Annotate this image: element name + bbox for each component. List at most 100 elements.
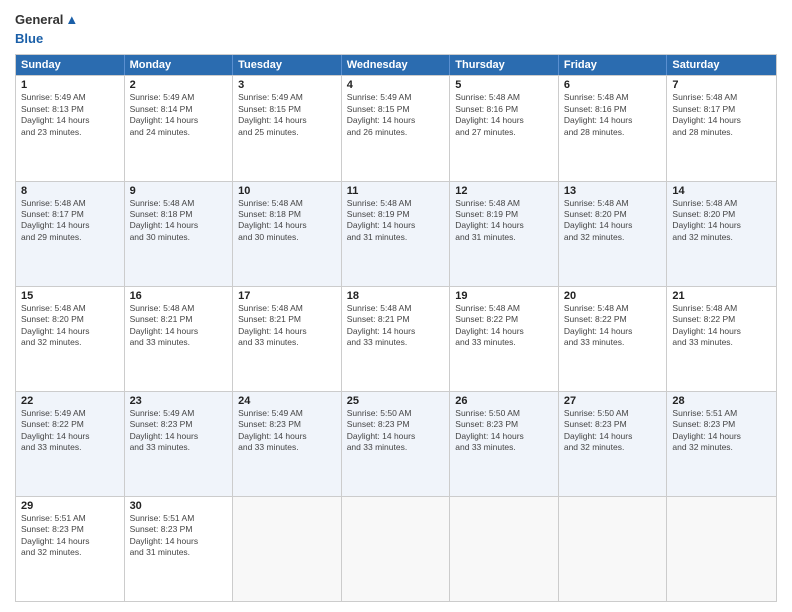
calendar-cell-3-4: 26Sunrise: 5:50 AM Sunset: 8:23 PM Dayli… [450,392,559,496]
header: General▲ Blue [15,10,777,48]
calendar-cell-3-0: 22Sunrise: 5:49 AM Sunset: 8:22 PM Dayli… [16,392,125,496]
day-info: Sunrise: 5:50 AM Sunset: 8:23 PM Dayligh… [455,408,553,454]
day-number: 11 [347,185,445,197]
day-number: 30 [130,500,228,512]
day-number: 9 [130,185,228,197]
calendar-cell-2-4: 19Sunrise: 5:48 AM Sunset: 8:22 PM Dayli… [450,287,559,391]
calendar: SundayMondayTuesdayWednesdayThursdayFrid… [15,54,777,602]
day-info: Sunrise: 5:48 AM Sunset: 8:21 PM Dayligh… [130,303,228,349]
calendar-body: 1Sunrise: 5:49 AM Sunset: 8:13 PM Daylig… [16,75,776,601]
day-number: 16 [130,290,228,302]
weekday-header-sunday: Sunday [16,55,125,75]
weekday-header-tuesday: Tuesday [233,55,342,75]
calendar-cell-0-2: 3Sunrise: 5:49 AM Sunset: 8:15 PM Daylig… [233,76,342,180]
calendar-cell-4-6 [667,497,776,601]
day-number: 19 [455,290,553,302]
day-number: 1 [21,79,119,91]
calendar-cell-3-6: 28Sunrise: 5:51 AM Sunset: 8:23 PM Dayli… [667,392,776,496]
day-number: 12 [455,185,553,197]
day-info: Sunrise: 5:48 AM Sunset: 8:18 PM Dayligh… [238,198,336,244]
day-number: 4 [347,79,445,91]
day-number: 29 [21,500,119,512]
day-number: 21 [672,290,771,302]
calendar-cell-2-2: 17Sunrise: 5:48 AM Sunset: 8:21 PM Dayli… [233,287,342,391]
calendar-cell-0-6: 7Sunrise: 5:48 AM Sunset: 8:17 PM Daylig… [667,76,776,180]
day-number: 28 [672,395,771,407]
day-info: Sunrise: 5:49 AM Sunset: 8:14 PM Dayligh… [130,92,228,138]
weekday-header-saturday: Saturday [667,55,776,75]
day-info: Sunrise: 5:49 AM Sunset: 8:15 PM Dayligh… [238,92,336,138]
calendar-cell-3-5: 27Sunrise: 5:50 AM Sunset: 8:23 PM Dayli… [559,392,668,496]
calendar-cell-1-1: 9Sunrise: 5:48 AM Sunset: 8:18 PM Daylig… [125,182,234,286]
calendar-row-2: 15Sunrise: 5:48 AM Sunset: 8:20 PM Dayli… [16,286,776,391]
calendar-cell-4-4 [450,497,559,601]
day-info: Sunrise: 5:49 AM Sunset: 8:23 PM Dayligh… [130,408,228,454]
calendar-cell-3-3: 25Sunrise: 5:50 AM Sunset: 8:23 PM Dayli… [342,392,451,496]
day-info: Sunrise: 5:48 AM Sunset: 8:21 PM Dayligh… [347,303,445,349]
logo-container: General▲ Blue [15,10,78,48]
day-info: Sunrise: 5:48 AM Sunset: 8:17 PM Dayligh… [672,92,771,138]
day-info: Sunrise: 5:48 AM Sunset: 8:16 PM Dayligh… [455,92,553,138]
calendar-cell-2-6: 21Sunrise: 5:48 AM Sunset: 8:22 PM Dayli… [667,287,776,391]
calendar-cell-4-2 [233,497,342,601]
calendar-cell-2-5: 20Sunrise: 5:48 AM Sunset: 8:22 PM Dayli… [559,287,668,391]
day-info: Sunrise: 5:48 AM Sunset: 8:18 PM Dayligh… [130,198,228,244]
calendar-cell-3-1: 23Sunrise: 5:49 AM Sunset: 8:23 PM Dayli… [125,392,234,496]
day-number: 18 [347,290,445,302]
calendar-cell-1-3: 11Sunrise: 5:48 AM Sunset: 8:19 PM Dayli… [342,182,451,286]
weekday-header-wednesday: Wednesday [342,55,451,75]
day-info: Sunrise: 5:48 AM Sunset: 8:19 PM Dayligh… [347,198,445,244]
day-number: 26 [455,395,553,407]
calendar-cell-0-4: 5Sunrise: 5:48 AM Sunset: 8:16 PM Daylig… [450,76,559,180]
logo-icon-triangle: ▲ [65,12,78,28]
calendar-row-3: 22Sunrise: 5:49 AM Sunset: 8:22 PM Dayli… [16,391,776,496]
calendar-cell-1-2: 10Sunrise: 5:48 AM Sunset: 8:18 PM Dayli… [233,182,342,286]
weekday-header-thursday: Thursday [450,55,559,75]
calendar-cell-2-3: 18Sunrise: 5:48 AM Sunset: 8:21 PM Dayli… [342,287,451,391]
day-info: Sunrise: 5:49 AM Sunset: 8:15 PM Dayligh… [347,92,445,138]
calendar-cell-0-5: 6Sunrise: 5:48 AM Sunset: 8:16 PM Daylig… [559,76,668,180]
day-number: 7 [672,79,771,91]
day-info: Sunrise: 5:48 AM Sunset: 8:22 PM Dayligh… [455,303,553,349]
day-number: 15 [21,290,119,302]
day-info: Sunrise: 5:51 AM Sunset: 8:23 PM Dayligh… [21,513,119,559]
day-info: Sunrise: 5:51 AM Sunset: 8:23 PM Dayligh… [672,408,771,454]
calendar-cell-0-0: 1Sunrise: 5:49 AM Sunset: 8:13 PM Daylig… [16,76,125,180]
calendar-cell-4-0: 29Sunrise: 5:51 AM Sunset: 8:23 PM Dayli… [16,497,125,601]
day-number: 17 [238,290,336,302]
day-number: 25 [347,395,445,407]
calendar-cell-4-1: 30Sunrise: 5:51 AM Sunset: 8:23 PM Dayli… [125,497,234,601]
calendar-cell-1-4: 12Sunrise: 5:48 AM Sunset: 8:19 PM Dayli… [450,182,559,286]
day-number: 24 [238,395,336,407]
day-number: 8 [21,185,119,197]
calendar-cell-2-1: 16Sunrise: 5:48 AM Sunset: 8:21 PM Dayli… [125,287,234,391]
day-info: Sunrise: 5:51 AM Sunset: 8:23 PM Dayligh… [130,513,228,559]
day-info: Sunrise: 5:49 AM Sunset: 8:13 PM Dayligh… [21,92,119,138]
day-number: 23 [130,395,228,407]
calendar-cell-3-2: 24Sunrise: 5:49 AM Sunset: 8:23 PM Dayli… [233,392,342,496]
day-number: 10 [238,185,336,197]
logo-general: General [15,12,63,27]
day-info: Sunrise: 5:48 AM Sunset: 8:20 PM Dayligh… [672,198,771,244]
logo: General▲ Blue [15,10,78,48]
calendar-cell-4-3 [342,497,451,601]
calendar-row-0: 1Sunrise: 5:49 AM Sunset: 8:13 PM Daylig… [16,75,776,180]
page: General▲ Blue SundayMondayTuesdayWednesd… [0,0,792,612]
day-info: Sunrise: 5:48 AM Sunset: 8:19 PM Dayligh… [455,198,553,244]
day-number: 5 [455,79,553,91]
day-number: 20 [564,290,662,302]
day-info: Sunrise: 5:50 AM Sunset: 8:23 PM Dayligh… [347,408,445,454]
calendar-cell-2-0: 15Sunrise: 5:48 AM Sunset: 8:20 PM Dayli… [16,287,125,391]
day-number: 14 [672,185,771,197]
day-info: Sunrise: 5:49 AM Sunset: 8:22 PM Dayligh… [21,408,119,454]
calendar-cell-0-3: 4Sunrise: 5:49 AM Sunset: 8:15 PM Daylig… [342,76,451,180]
day-number: 3 [238,79,336,91]
day-info: Sunrise: 5:48 AM Sunset: 8:20 PM Dayligh… [21,303,119,349]
day-info: Sunrise: 5:48 AM Sunset: 8:17 PM Dayligh… [21,198,119,244]
day-number: 13 [564,185,662,197]
day-info: Sunrise: 5:49 AM Sunset: 8:23 PM Dayligh… [238,408,336,454]
logo-blue: Blue [15,31,43,46]
day-number: 22 [21,395,119,407]
day-info: Sunrise: 5:48 AM Sunset: 8:21 PM Dayligh… [238,303,336,349]
day-info: Sunrise: 5:48 AM Sunset: 8:22 PM Dayligh… [672,303,771,349]
